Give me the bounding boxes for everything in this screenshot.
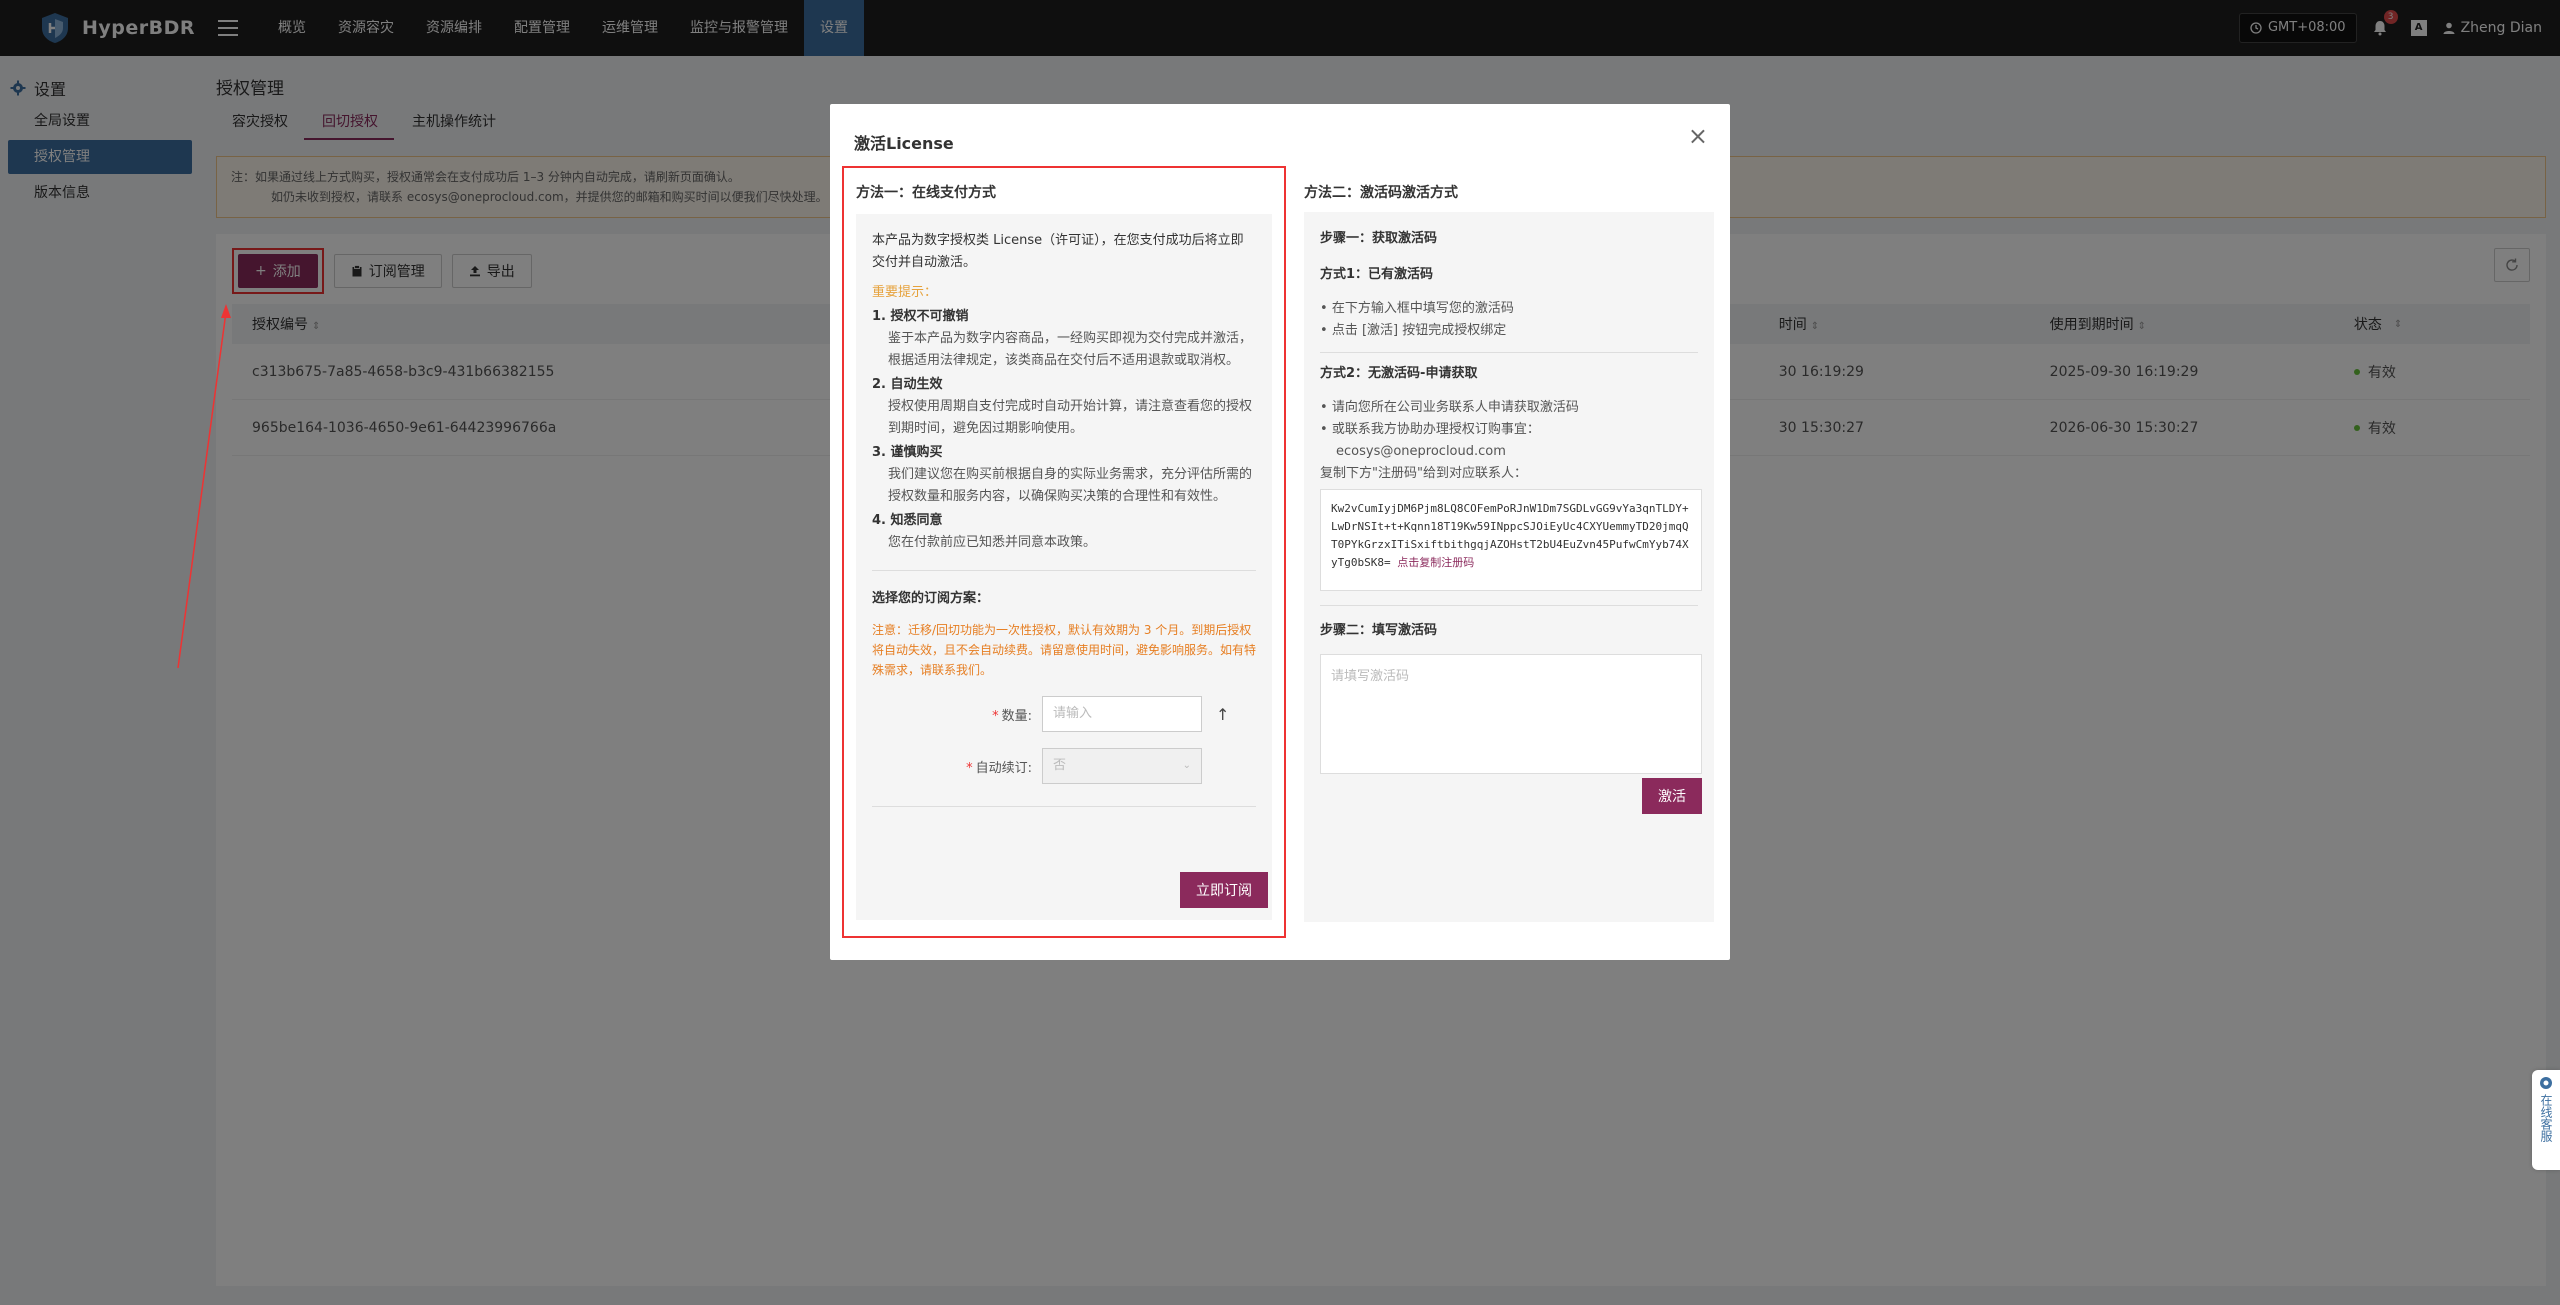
quantity-row: * 数量: 请输入 ↑: [872, 696, 1256, 732]
quantity-label: * 数量:: [992, 708, 1032, 724]
section-heading: 2. 自动生效: [872, 377, 943, 392]
list-item: • 或联系我方协助办理授权订购事宜：: [1320, 422, 1540, 437]
copy-code-link[interactable]: 点击复制注册码: [1397, 556, 1474, 569]
section-heading: 3. 谨慎购买: [872, 445, 943, 460]
close-icon[interactable]: ×: [1688, 124, 1708, 148]
divider: [872, 570, 1256, 571]
auto-renew-value: 否: [1053, 758, 1067, 773]
registration-code: Kw2vCumIyjDM6Pjm8LQ8COFemPoRJnW1Dm7SGDLv…: [1331, 502, 1689, 569]
divider: [872, 806, 1256, 807]
divider: [1320, 352, 1698, 353]
divider: [1320, 605, 1698, 606]
list-item: • 在下方输入框中填写您的激活码: [1320, 301, 1514, 316]
activation-code-input[interactable]: 请填写激活码: [1320, 654, 1702, 774]
important-label: 重要提示：: [872, 285, 938, 300]
method2-title: 方法二：激活码激活方式: [1304, 185, 1458, 201]
section-heading: 1. 授权不可撤销: [872, 309, 969, 324]
way2-title: 方式2：无激活码-申请获取: [1320, 366, 1478, 381]
online-support-widget[interactable]: 在线客服: [2532, 1070, 2560, 1170]
way2-list: • 请向您所在公司业务联系人申请获取激活码 • 或联系我方协助办理授权订购事宜：…: [1320, 397, 1698, 463]
way1-title: 方式1：已有激活码: [1320, 267, 1434, 282]
auto-renew-select[interactable]: 否 ⌄: [1042, 748, 1202, 784]
plan-note: 注意：迁移/回切功能为一次性授权，默认有效期为 3 个月。到期后授权将自动失效，…: [872, 623, 1257, 677]
activate-license-modal: 激活License × 方法一：在线支付方式 本产品为数字授权类 License…: [830, 104, 1730, 960]
online-payment-panel: 方法一：在线支付方式 本产品为数字授权类 License（许可证），在您支付成功…: [842, 166, 1286, 938]
way1-list: • 在下方输入框中填写您的激活码 • 点击 [激活] 按钮完成授权绑定: [1320, 298, 1698, 342]
method1-intro: 本产品为数字授权类 License（许可证），在您支付成功后将立即交付并自动激活…: [872, 233, 1244, 270]
list-item: • 请向您所在公司业务联系人申请获取激活码: [1320, 400, 1579, 415]
registration-code-box[interactable]: Kw2vCumIyjDM6Pjm8LQ8COFemPoRJnW1Dm7SGDLv…: [1320, 489, 1702, 591]
auto-renew-label: * 自动续订:: [966, 760, 1032, 776]
section-text: 您在付款前应已知悉并同意本政策。: [888, 535, 1097, 550]
step1-title: 步骤一：获取激活码: [1320, 231, 1438, 246]
subscribe-now-button[interactable]: 立即订阅: [1180, 872, 1268, 908]
plan-title: 选择您的订阅方案：: [872, 591, 990, 606]
auto-renew-row: * 自动续订: 否 ⌄: [872, 748, 1256, 784]
list-item: • 点击 [激活] 按钮完成授权绑定: [1320, 323, 1507, 338]
arrow-up-icon[interactable]: ↑: [1216, 705, 1229, 724]
section-text: 授权使用周期自支付完成时自动开始计算，请注意查看您的授权到期时间，避免因过期影响…: [888, 399, 1253, 436]
contact-email: ecosys@oneprocloud.com: [1336, 444, 1506, 459]
section-text: 我们建议您在购买前根据自身的实际业务需求，充分评估所需的授权数量和服务内容，以确…: [888, 467, 1253, 504]
quantity-input[interactable]: 请输入: [1042, 696, 1202, 732]
chevron-down-icon: ⌄: [1182, 760, 1191, 771]
headset-icon: [2540, 1077, 2552, 1089]
copy-hint: 复制下方"注册码"给到对应联系人：: [1320, 466, 1527, 481]
modal-title: 激活License: [854, 134, 954, 153]
section-text: 鉴于本产品为数字内容商品，一经购买即视为交付完成并激活，根据适用法律规定，该类商…: [888, 331, 1253, 368]
activation-code-panel: 方法二：激活码激活方式 步骤一：获取激活码 方式1：已有激活码 • 在下方输入框…: [1290, 166, 1718, 938]
activate-button[interactable]: 激活: [1642, 778, 1702, 814]
online-support-label: 在线客服: [2539, 1094, 2553, 1142]
method1-content: 本产品为数字授权类 License（许可证），在您支付成功后将立即交付并自动激活…: [856, 214, 1272, 920]
method2-content: 步骤一：获取激活码 方式1：已有激活码 • 在下方输入框中填写您的激活码 • 点…: [1304, 212, 1714, 922]
section-heading: 4. 知悉同意: [872, 513, 943, 528]
step2-title: 步骤二：填写激活码: [1320, 623, 1438, 638]
method1-title: 方法一：在线支付方式: [856, 185, 996, 201]
